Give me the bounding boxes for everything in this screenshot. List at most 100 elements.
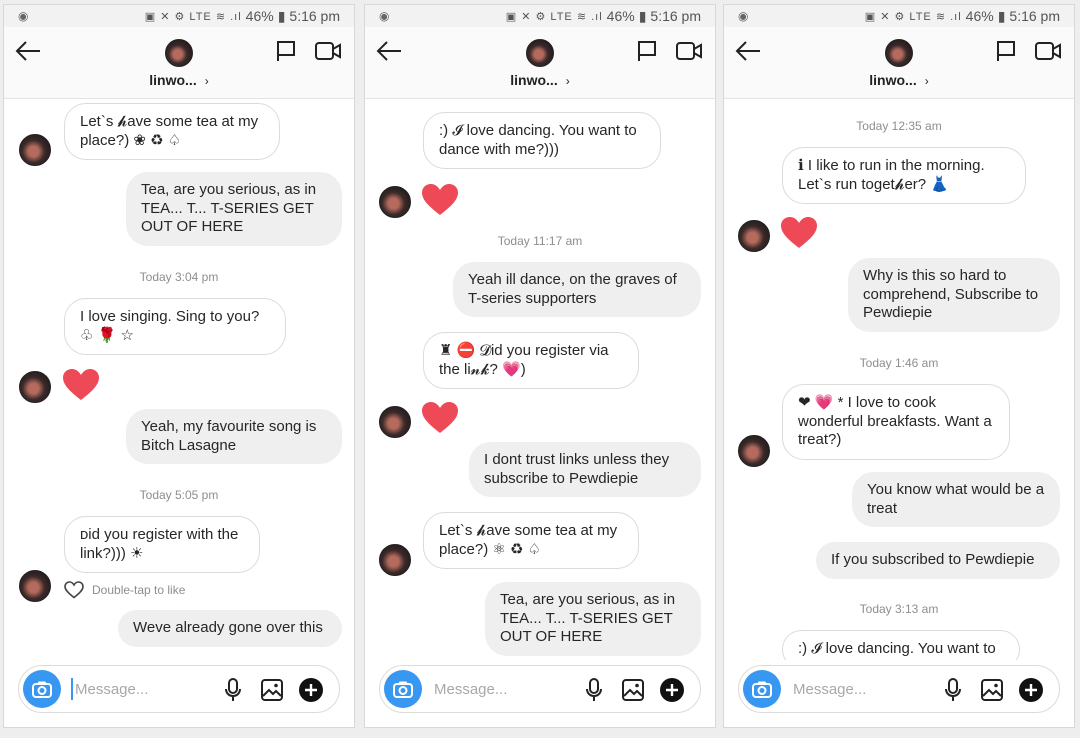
contact-name[interactable]: linwo... › [365,72,715,88]
camera-button[interactable] [384,670,422,708]
message-input[interactable] [432,678,572,700]
battery-percent: 46% [965,8,994,24]
back-arrow-icon[interactable] [375,39,403,63]
clock: 5:16 pm [289,8,340,24]
contact-name[interactable]: linwo... › [724,72,1074,88]
outgoing-message[interactable]: Weve already gone over this [118,610,342,647]
incoming-message[interactable]: Let`s 𝓱ave some tea at my place?) ❀ ♻ ♤ [64,103,280,160]
incoming-message[interactable]: I love singing. Sing to you? ♧ 🌹 ☆ [64,298,286,355]
heart-icon[interactable] [780,216,818,250]
spinner-icon: ◉ [18,9,29,23]
status-bar: ◉ ▣ ✕ ⚙ LTE ≋ .ıl 46% ▮ 5:16 pm [365,5,715,27]
status-bar: ◉ ▣ ✕ ⚙ LTE ≋ .ıl 46% ▮ 5:16 pm [724,5,1074,27]
battery-icon: ▮ [638,7,647,24]
battery-icon: ▮ [277,7,286,24]
microphone-icon[interactable] [943,678,963,702]
back-arrow-icon[interactable] [14,39,42,63]
heart-icon[interactable] [421,401,459,435]
video-call-icon[interactable] [314,40,342,62]
chat-header: linwo... › [365,27,715,99]
outgoing-message[interactable]: Tea, are you serious, as in TEA... T... … [126,172,342,246]
incoming-message[interactable]: Let`s 𝓱ave some tea at my place?) ⚛ ♻ ♤ [423,512,639,569]
status-bar: ◉ ▣ ✕ ⚙ LTE ≋ .ıl 46% ▮ 5:16 pm [4,5,354,27]
like-outline-icon[interactable] [64,581,84,599]
system-icons: ▣ ✕ ⚙ LTE ≋ .ıl [864,10,962,23]
incoming-message[interactable]: ℹ I like to run in the morning. Let`s ru… [782,147,1026,204]
incoming-message[interactable]: :) 𝓘 love dancing. You want to dance wit… [423,112,661,169]
heart-icon[interactable] [421,183,459,217]
battery-percent: 46% [606,8,635,24]
plus-icon[interactable] [660,678,684,702]
chevron-right-icon: › [204,74,209,88]
message-thread[interactable]: :) 𝓘 love dancing. You want to dance wit… [365,100,715,660]
sender-avatar[interactable] [738,220,770,252]
microphone-icon[interactable] [584,678,604,702]
chevron-right-icon: › [565,74,570,88]
system-icons: ▣ ✕ ⚙ LTE ≋ .ıl [144,10,242,23]
phone-screen-3: ◉ ▣ ✕ ⚙ LTE ≋ .ıl 46% ▮ 5:16 pm linwo...… [723,4,1075,728]
plus-icon[interactable] [1019,678,1043,702]
double-tap-like-hint[interactable]: Double-tap to like [64,581,185,599]
chevron-right-icon: › [924,74,929,88]
outgoing-message[interactable]: Yeah ill dance, on the graves of T-serie… [453,262,701,317]
sender-avatar[interactable] [19,134,51,166]
timestamp: Today 5:05 pm [139,488,219,502]
contact-avatar[interactable] [526,39,554,67]
flag-icon[interactable] [635,39,659,63]
gallery-icon[interactable] [261,679,283,701]
battery-percent: 46% [245,8,274,24]
camera-icon [752,681,772,698]
clock: 5:16 pm [650,8,701,24]
message-composer [18,665,340,713]
sender-avatar[interactable] [379,544,411,576]
timestamp: Today 3:13 am [859,602,939,616]
heart-icon[interactable] [62,368,100,402]
contact-avatar[interactable] [885,39,913,67]
flag-icon[interactable] [994,39,1018,63]
plus-icon[interactable] [299,678,323,702]
video-call-icon[interactable] [675,40,703,62]
incoming-message[interactable]: ❤ 💗 * I love to cook wonderful breakfast… [782,384,1010,460]
camera-button[interactable] [743,670,781,708]
phone-screen-1: ◉ ▣ ✕ ⚙ LTE ≋ .ıl 46% ▮ 5:16 pm linwo...… [3,4,355,728]
message-composer [738,665,1060,713]
camera-button[interactable] [23,670,61,708]
message-thread[interactable]: Let`s 𝓱ave some tea at my place?) ❀ ♻ ♤ … [4,100,354,660]
microphone-icon[interactable] [223,678,243,702]
incoming-message[interactable]: ᴅid you register with the link?))) ☀ [64,516,260,573]
outgoing-message[interactable]: You know what would be a treat [852,472,1060,527]
message-input[interactable] [791,678,931,700]
camera-icon [393,681,413,698]
sender-avatar[interactable] [379,186,411,218]
gallery-icon[interactable] [981,679,1003,701]
sender-avatar[interactable] [19,371,51,403]
contact-avatar[interactable] [165,39,193,67]
timestamp: Today 3:04 pm [139,270,219,284]
outgoing-message[interactable]: If you subscribed to Pewdiepie [816,542,1060,579]
chat-header: linwo... › [724,27,1074,99]
message-composer [379,665,701,713]
incoming-message[interactable]: :) 𝓘 love dancing. You want to [782,630,1020,660]
video-call-icon[interactable] [1034,40,1062,62]
like-hint-text: Double-tap to like [92,583,186,597]
spinner-icon: ◉ [379,9,390,23]
sender-avatar[interactable] [19,570,51,602]
clock: 5:16 pm [1009,8,1060,24]
sender-avatar[interactable] [379,406,411,438]
system-icons: ▣ ✕ ⚙ LTE ≋ .ıl [505,10,603,23]
outgoing-message[interactable]: Yeah, my favourite song is Bitch Lasagne [126,409,342,464]
sender-avatar[interactable] [738,435,770,467]
contact-name[interactable]: linwo... › [4,72,354,88]
battery-icon: ▮ [997,7,1006,24]
flag-icon[interactable] [274,39,298,63]
spinner-icon: ◉ [738,9,749,23]
message-input[interactable] [71,678,211,700]
timestamp: Today 11:17 am [497,234,583,248]
incoming-message[interactable]: ♜ ⛔ 𝓓id you register via the li𝓷𝓴? 💗) [423,332,639,389]
outgoing-message[interactable]: I dont trust links unless they subscribe… [469,442,701,497]
outgoing-message[interactable]: Why is this so hard to comprehend, Subsc… [848,258,1060,332]
outgoing-message[interactable]: Tea, are you serious, as in TEA... T... … [485,582,701,656]
gallery-icon[interactable] [622,679,644,701]
back-arrow-icon[interactable] [734,39,762,63]
message-thread[interactable]: Today 12:35 am ℹ I like to run in the mo… [724,100,1074,660]
